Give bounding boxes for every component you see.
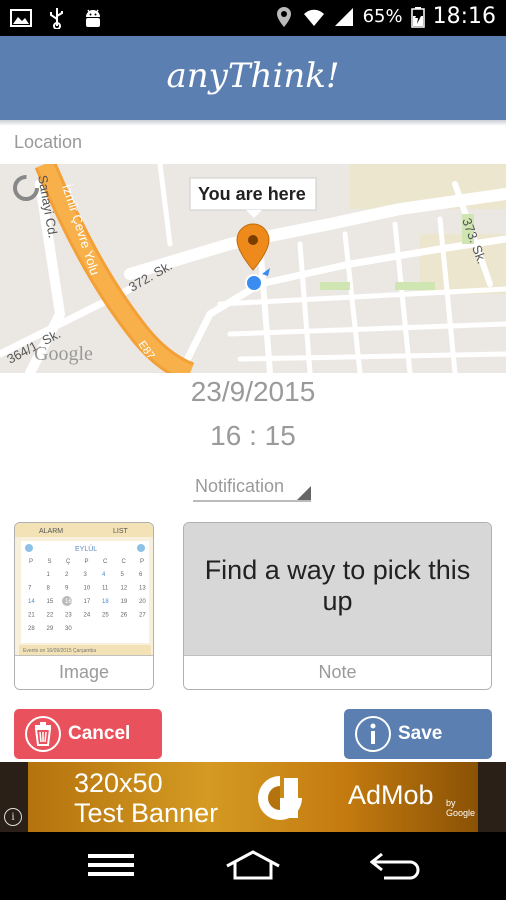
calendar-thumbnail: ALARM LIST EYLÜL PSÇPCCP 1 2 3 4 5 67 8 9 10 11 12… xyxy=(15,523,153,657)
save-label: Save xyxy=(398,723,443,744)
calendar-day: 12 xyxy=(121,586,128,592)
calendar-weekday: S xyxy=(48,559,52,565)
status-bar: 65% 18:16 xyxy=(0,0,506,36)
app-bar: anyThink! xyxy=(0,36,506,120)
image-caption: Image xyxy=(15,655,153,689)
battery-charging-icon xyxy=(410,6,425,28)
ad-text: 320x50 Test Banner xyxy=(74,768,218,828)
calendar-day: 17 xyxy=(84,599,91,605)
calendar-tab-list: LIST xyxy=(113,528,129,535)
note-caption: Note xyxy=(184,655,491,689)
calendar-day: 29 xyxy=(47,626,54,632)
calendar-day: 30 xyxy=(65,626,72,632)
calendar-day: 21 xyxy=(28,613,35,619)
signal-icon xyxy=(334,7,353,26)
menu-icon[interactable] xyxy=(88,852,134,878)
calendar-day: 28 xyxy=(28,626,35,632)
cancel-button[interactable]: Cancel xyxy=(14,709,162,759)
ad-creative[interactable]: 320x50 Test Banner AdMob by Google xyxy=(28,762,478,832)
calendar-day: 10 xyxy=(84,586,91,592)
app-logo: anyThink! xyxy=(166,56,340,96)
calendar-tab-alarm: ALARM xyxy=(39,528,63,535)
calendar-day: 20 xyxy=(139,599,146,605)
calendar-day: 27 xyxy=(139,613,146,619)
status-time: 18:16 xyxy=(432,4,496,29)
notification-spinner[interactable]: Notification xyxy=(193,476,311,502)
calendar-day: 22 xyxy=(47,613,54,619)
ad-banner[interactable]: 320x50 Test Banner AdMob by Google i xyxy=(0,762,506,832)
calendar-footer: Events on 16/09/2015 Çarşamba xyxy=(23,648,96,654)
calendar-day: 24 xyxy=(84,613,91,619)
location-label: Location xyxy=(14,132,83,152)
image-icon xyxy=(10,9,32,27)
current-position-dot xyxy=(245,274,263,292)
ad-line1: 320x50 xyxy=(74,768,163,798)
calendar-day: 14 xyxy=(28,599,35,605)
admob-brand: AdMob xyxy=(348,780,434,810)
time-display[interactable]: 16 : 15 xyxy=(0,420,506,452)
trash-icon xyxy=(25,716,61,752)
note-text: Find a way to pick this up xyxy=(184,523,491,657)
calendar-day: 13 xyxy=(139,586,146,592)
calendar-day: 18 xyxy=(102,599,109,605)
navigation-bar xyxy=(0,832,506,900)
calendar-weekday: P xyxy=(29,559,33,565)
date-display[interactable]: 23/9/2015 xyxy=(0,376,506,408)
calendar-weekday: C xyxy=(122,559,127,565)
home-icon[interactable] xyxy=(225,850,281,880)
calendar-day: 16 xyxy=(65,599,72,605)
calendar-day: 15 xyxy=(47,599,54,605)
google-logo: Google xyxy=(34,343,93,365)
calendar-weekday: Ç xyxy=(66,559,71,565)
map-canvas: Sanayi Cd. İzmir Çevre Yolu 372. Sk. 373… xyxy=(0,164,506,373)
save-button[interactable]: Save xyxy=(344,709,492,759)
calendar-weekday: P xyxy=(140,559,144,565)
ad-info-icon[interactable]: i xyxy=(4,808,22,826)
location-icon xyxy=(276,6,291,27)
image-card[interactable]: ALARM LIST EYLÜL PSÇPCCP 1 2 3 4 5 6 7 8 9 10 11 12… xyxy=(14,522,154,690)
dropdown-arrow-icon xyxy=(297,486,311,500)
info-icon xyxy=(355,716,391,752)
usb-icon xyxy=(50,8,63,29)
calendar-day: 25 xyxy=(102,613,109,619)
calendar-day: 23 xyxy=(65,613,72,619)
app-bar-shadow xyxy=(0,120,506,126)
admob-by-google: by Google xyxy=(446,798,476,818)
calendar-weekday: C xyxy=(103,559,108,565)
ad-line2: Test Banner xyxy=(74,798,219,828)
you-are-here-callout: You are here xyxy=(198,184,306,204)
calendar-day: 26 xyxy=(121,613,128,619)
note-card[interactable]: Find a way to pick this up Note xyxy=(183,522,492,690)
location-map[interactable]: Sanayi Cd. İzmir Çevre Yolu 372. Sk. 373… xyxy=(0,164,506,373)
notification-label: Notification xyxy=(195,476,285,496)
back-icon[interactable] xyxy=(370,850,422,880)
android-icon xyxy=(86,9,100,27)
battery-percent: 65% xyxy=(362,6,403,27)
admob-logo-icon xyxy=(258,776,302,820)
wifi-icon xyxy=(303,9,324,26)
calendar-weekday: P xyxy=(85,559,89,565)
calendar-day: 11 xyxy=(102,586,109,592)
calendar-month: EYLÜL xyxy=(75,545,97,553)
cancel-label: Cancel xyxy=(68,723,131,744)
calendar-day: 19 xyxy=(121,599,128,605)
